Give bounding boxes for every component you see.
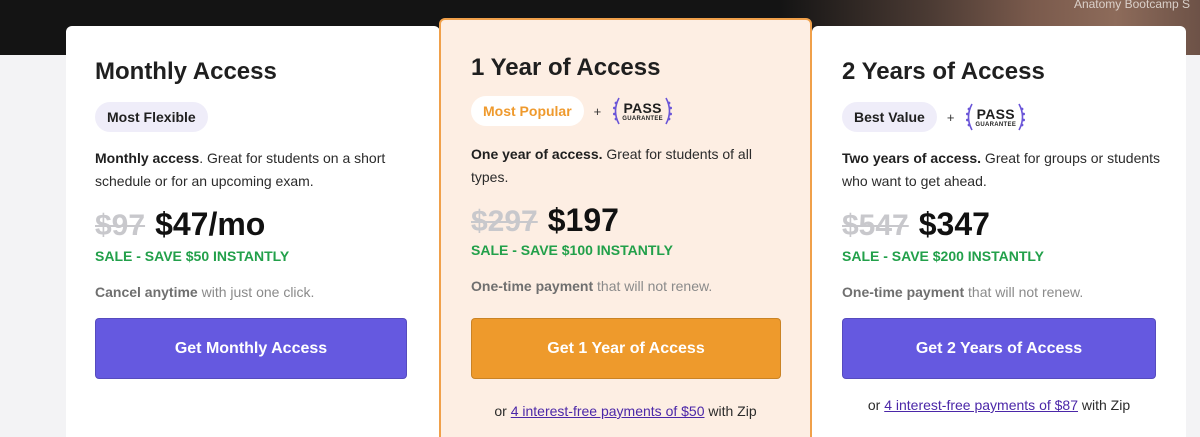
billing-note-bold: One-time payment: [471, 278, 594, 294]
description-bold: Monthly access: [95, 150, 200, 166]
laurel-right-icon: [665, 97, 672, 125]
badge-row: Best Value + PASS GUARANTEE: [842, 102, 1027, 132]
zip-financing: or 4 interest-free payments of $87 with …: [812, 397, 1186, 413]
pass-label: PASS: [623, 99, 662, 116]
plan-title: Monthly Access: [95, 58, 277, 85]
guarantee-label: GUARANTEE: [622, 115, 663, 122]
price-row: $297 $197: [471, 202, 619, 239]
billing-note: One-time payment that will not renew.: [842, 284, 1083, 300]
pricing-card-two-years: 2 Years of Access Best Value + PASS GUAR…: [812, 26, 1186, 437]
zip-prefix: or: [494, 403, 511, 419]
billing-note-text: that will not renew.: [964, 284, 1084, 300]
pass-guarantee-badge: PASS GUARANTEE: [964, 102, 1027, 132]
zip-payments-link[interactable]: 4 interest-free payments of $87: [884, 397, 1078, 413]
sale-price: $47/mo: [155, 206, 266, 242]
zip-financing: or 4 interest-free payments of $50 with …: [441, 403, 810, 419]
badge-row: Most Popular + PASS GUARANTEE: [471, 96, 674, 126]
plan-title: 1 Year of Access: [471, 54, 661, 81]
billing-note-text: that will not renew.: [593, 278, 713, 294]
pricing-card-one-year: 1 Year of Access Most Popular + PASS GUA…: [439, 18, 812, 437]
laurel-right-icon: [1018, 103, 1026, 131]
plan-badge: Most Flexible: [95, 102, 208, 132]
plus-sign: +: [593, 103, 602, 119]
zip-payments-link[interactable]: 4 interest-free payments of $50: [511, 403, 705, 419]
sale-label: SALE - SAVE $200 INSTANTLY: [842, 248, 1045, 264]
pricing-card-monthly: Monthly Access Most Flexible Monthly acc…: [66, 26, 440, 437]
plan-description: Monthly access. Great for students on a …: [95, 147, 415, 193]
laurel-left-icon: [613, 97, 620, 125]
get-monthly-access-button[interactable]: Get Monthly Access: [95, 318, 407, 379]
plan-badge: Most Popular: [471, 96, 584, 126]
zip-suffix: with Zip: [1078, 397, 1131, 413]
plan-title: 2 Years of Access: [842, 58, 1045, 85]
zip-suffix: with Zip: [704, 403, 757, 419]
plan-badge: Best Value: [842, 102, 937, 132]
get-2-years-access-button[interactable]: Get 2 Years of Access: [842, 318, 1156, 379]
pass-label: PASS: [976, 105, 1015, 122]
sale-price: $347: [918, 206, 990, 242]
original-price: $547: [842, 209, 909, 242]
sale-label: SALE - SAVE $100 INSTANTLY: [471, 242, 674, 258]
get-1-year-access-button[interactable]: Get 1 Year of Access: [471, 318, 781, 379]
badge-row: Most Flexible: [95, 102, 208, 132]
billing-note-text: with just one click.: [197, 284, 315, 300]
hero-caption: Anatomy Bootcamp S: [1073, 0, 1190, 11]
guarantee-label: GUARANTEE: [975, 121, 1017, 128]
billing-note-bold: One-time payment: [842, 284, 965, 300]
billing-note-bold: Cancel anytime: [95, 284, 198, 300]
plan-description: One year of access. Great for students o…: [471, 143, 781, 189]
price-row: $547 $347: [842, 206, 990, 243]
price-row: $97 $47/mo: [95, 206, 265, 243]
pass-guarantee-badge: PASS GUARANTEE: [611, 96, 674, 126]
plus-sign: +: [946, 109, 955, 125]
zip-prefix: or: [867, 397, 885, 413]
laurel-left-icon: [966, 103, 974, 131]
sale-label: SALE - SAVE $50 INSTANTLY: [95, 248, 290, 264]
billing-note: Cancel anytime with just one click.: [95, 284, 314, 300]
description-bold: One year of access.: [471, 146, 603, 162]
original-price: $97: [95, 209, 146, 242]
plan-description: Two years of access. Great for groups or…: [842, 147, 1162, 193]
description-bold: Two years of access.: [842, 150, 982, 166]
original-price: $297: [471, 205, 538, 238]
billing-note: One-time payment that will not renew.: [471, 278, 712, 294]
sale-price: $197: [547, 202, 619, 238]
